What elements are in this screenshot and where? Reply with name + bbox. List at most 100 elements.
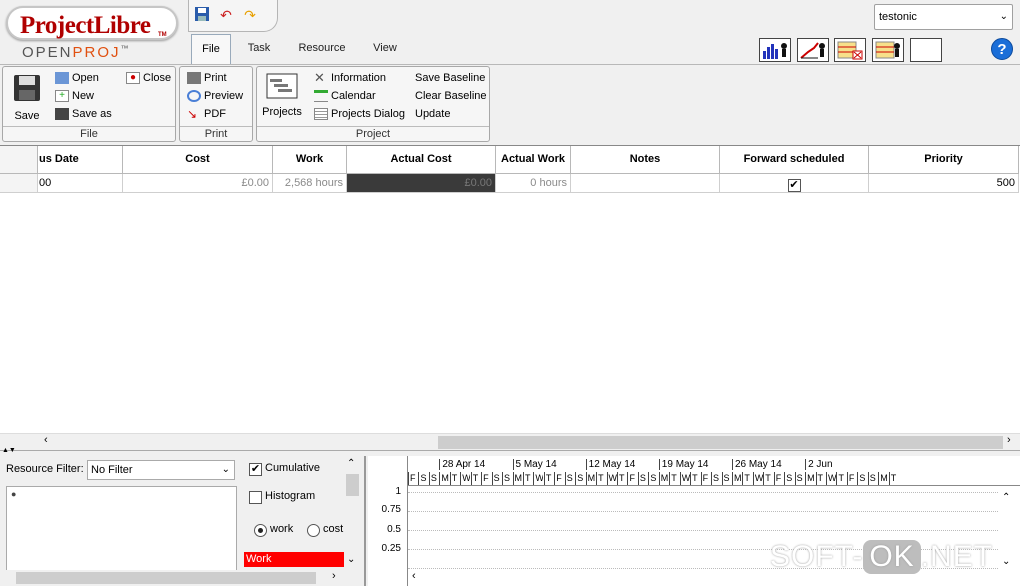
timeline-day: F: [773, 472, 784, 485]
histogram-checkbox[interactable]: [249, 491, 262, 504]
table-horizontal-scrollbar[interactable]: ‹ ›: [0, 433, 1020, 450]
calendar-button[interactable]: Calendar: [314, 88, 376, 104]
column-header-cost[interactable]: Cost: [123, 146, 273, 174]
scroll-thumb[interactable]: [438, 436, 1003, 449]
new-button[interactable]: + New: [55, 88, 94, 104]
open-label: Open: [72, 72, 99, 84]
projects-dialog-button[interactable]: Projects Dialog: [314, 106, 405, 122]
project-select[interactable]: testonic ⌄: [874, 4, 1013, 30]
column-header-priority[interactable]: Priority: [869, 146, 1019, 174]
timeline-day: W: [826, 472, 836, 485]
scroll-right-icon[interactable]: ›: [332, 570, 336, 582]
column-header-forward-scheduled[interactable]: Forward scheduled: [720, 146, 869, 174]
timeline-day: T: [596, 472, 606, 485]
vscroll-thumb[interactable]: [346, 474, 359, 496]
forward-scheduled-checkbox[interactable]: ✔: [787, 179, 801, 192]
column-header-actual-work[interactable]: Actual Work: [496, 146, 571, 174]
open-button[interactable]: Open: [55, 70, 99, 86]
scroll-left-icon[interactable]: ‹: [412, 570, 416, 582]
hscroll-thumb-bottom[interactable]: [16, 572, 316, 584]
column-header-notes[interactable]: Notes: [571, 146, 720, 174]
tab-resource[interactable]: Resource: [292, 34, 352, 64]
cost-radio-label: cost: [323, 523, 344, 535]
save-button[interactable]: Save: [9, 73, 45, 122]
scroll-down-icon[interactable]: ⌄: [347, 554, 355, 565]
save-icon[interactable]: [193, 6, 211, 24]
cell-notes[interactable]: [571, 174, 720, 193]
app-logo: ProjectLibre TM OPENPROJ™: [4, 4, 190, 62]
save-baseline-button[interactable]: Save Baseline: [415, 70, 485, 86]
timeline-day: M: [658, 472, 669, 485]
timeline-day: W: [533, 472, 544, 485]
timeline-day: W: [460, 472, 471, 485]
scroll-left-icon[interactable]: ‹: [44, 434, 48, 446]
timeline-day: M: [439, 472, 449, 485]
preview-button[interactable]: Preview: [187, 88, 243, 104]
projects-button[interactable]: Projects: [261, 73, 303, 121]
cell-actual-cost[interactable]: £0.00: [347, 174, 496, 193]
cell-status-date[interactable]: 00: [38, 174, 123, 193]
timeline-day: T: [690, 472, 700, 485]
scroll-up-icon[interactable]: ⌃: [347, 458, 355, 469]
information-button[interactable]: ✕ Information: [314, 70, 386, 86]
timeline-day: M: [512, 472, 522, 485]
close-button[interactable]: ● Close: [126, 70, 171, 86]
save-as-button[interactable]: Save as: [55, 106, 112, 122]
redo-icon[interactable]: ↷: [241, 6, 259, 24]
watermark-part-a: SOFT-: [770, 540, 864, 573]
scroll-down-icon[interactable]: ⌄: [1002, 556, 1010, 567]
tab-task[interactable]: Task: [238, 34, 280, 64]
usage-view-button[interactable]: [834, 38, 866, 62]
column-header-actual-cost[interactable]: Actual Cost: [347, 146, 496, 174]
print-button[interactable]: Print: [187, 70, 227, 86]
scroll-up-icon[interactable]: ⌃: [1002, 492, 1010, 503]
gridline: [408, 492, 998, 493]
logo-sub-tm: ™: [120, 44, 131, 53]
y-axis: 1 0.75 0.5 0.25: [368, 456, 408, 586]
column-header-work[interactable]: Work: [273, 146, 347, 174]
resource-panel-vertical-scrollbar[interactable]: ⌃ ⌄: [344, 456, 361, 568]
chart-view-button[interactable]: [797, 38, 829, 62]
resource-list[interactable]: ●: [6, 486, 237, 580]
clear-baseline-button[interactable]: Clear Baseline: [415, 88, 487, 104]
histogram-view-button[interactable]: [759, 38, 791, 62]
undo-icon[interactable]: ↶: [217, 6, 235, 24]
resource-filter-select[interactable]: No Filter ⌄: [87, 460, 235, 480]
work-radio[interactable]: [254, 524, 267, 537]
cell-work[interactable]: 2,568 hours: [273, 174, 347, 193]
cell-priority[interactable]: 500: [869, 174, 1019, 193]
splitter-arrows-icon[interactable]: ▲▼: [2, 447, 16, 454]
help-icon[interactable]: ?: [991, 38, 1013, 60]
timeline-week: 12 May 14: [585, 459, 635, 470]
timeline-day: T: [836, 472, 846, 485]
close-label: Close: [143, 72, 172, 84]
gridline: [408, 530, 998, 531]
timeline-day: M: [878, 472, 888, 485]
column-header-status-date[interactable]: us Date: [38, 146, 123, 174]
save-label: Save: [14, 110, 40, 122]
cell-cost[interactable]: £0.00: [123, 174, 273, 193]
watermark: SOFT- OK .NET: [770, 540, 993, 574]
cost-radio[interactable]: [307, 524, 320, 537]
timeline-day: S: [711, 472, 720, 485]
timeline-day: T: [763, 472, 773, 485]
row-header[interactable]: [0, 174, 38, 193]
timeline-week: 2 Jun: [805, 459, 833, 470]
timeline-week: 28 Apr 14: [439, 459, 485, 470]
scroll-right-icon[interactable]: ›: [1007, 434, 1011, 446]
resource-panel-horizontal-scrollbar[interactable]: ›: [0, 570, 361, 586]
tab-view[interactable]: View: [363, 34, 407, 64]
new-label: New: [72, 90, 95, 102]
resource-usage-view-button[interactable]: [872, 38, 904, 62]
blank-view-button[interactable]: [910, 38, 942, 62]
tab-file[interactable]: File: [191, 34, 231, 64]
update-button[interactable]: Update: [415, 106, 450, 122]
histogram-label: Histogram: [265, 490, 316, 502]
cumulative-checkbox[interactable]: ✔: [249, 463, 262, 476]
pdf-button[interactable]: ↘ PDF: [187, 106, 226, 122]
cell-forward-scheduled[interactable]: ✔: [720, 174, 869, 193]
timeline-day: T: [449, 472, 460, 485]
work-legend-bar: Work: [244, 552, 344, 567]
cell-actual-work[interactable]: 0 hours: [496, 174, 571, 193]
chevron-down-icon: ⌄: [221, 464, 230, 475]
